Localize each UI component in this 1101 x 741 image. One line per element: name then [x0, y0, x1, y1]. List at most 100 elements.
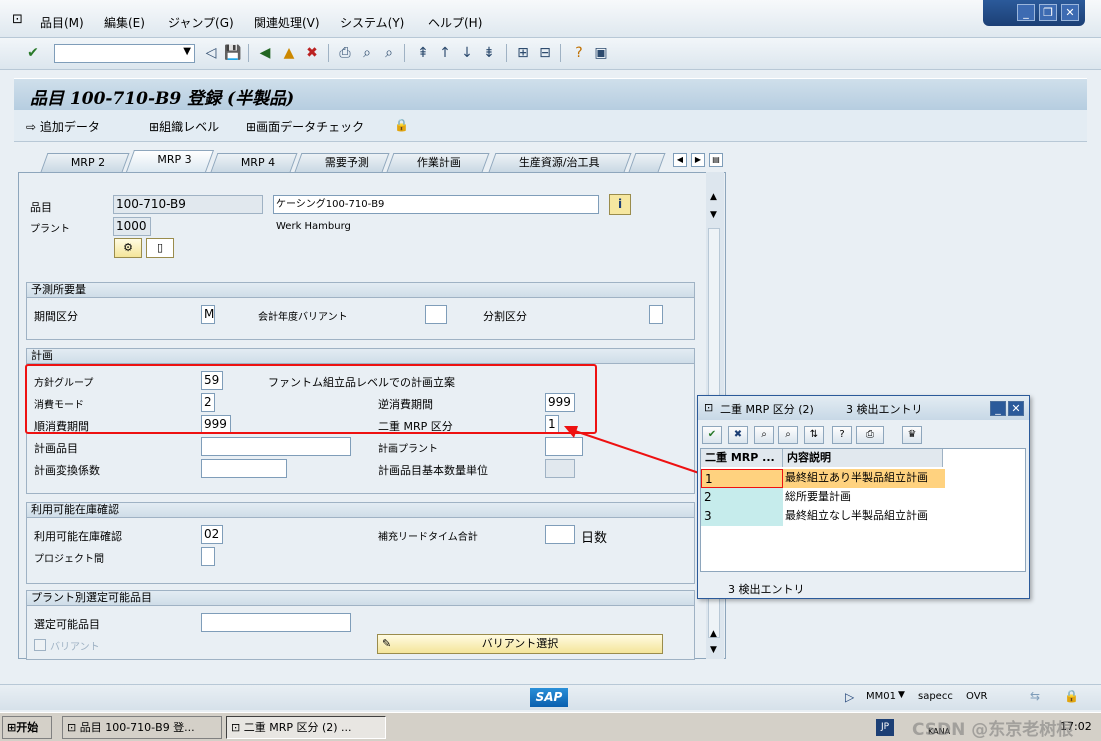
additional-data-button[interactable]: ⇨ 追加データ [26, 118, 100, 135]
column-header-desc[interactable]: 内容説明 [783, 449, 943, 467]
column-header-key[interactable]: 二重 MRP ... [701, 449, 783, 467]
availability-check-field[interactable]: 02 [201, 525, 223, 544]
menu-edit[interactable]: 編集(E) [104, 14, 145, 31]
forecast-group-title: 予測所要量 [27, 283, 694, 298]
document-icon[interactable]: ▯ [146, 238, 174, 258]
prev-page-icon[interactable]: ↑ [436, 44, 454, 62]
planning-plant-label: 計画プラント [378, 444, 438, 455]
popup-find-next-icon[interactable]: ⌕ [778, 426, 798, 444]
sap-window-icon[interactable]: ⊡ [12, 12, 23, 27]
list-item-key[interactable]: 3 [701, 507, 783, 526]
connection-icon: ⇆ [1030, 689, 1041, 703]
conversion-factor-field[interactable] [201, 459, 287, 478]
popup-personal-icon[interactable]: ♛ [902, 426, 922, 444]
lock-icon[interactable]: 🔒 [394, 118, 409, 132]
back-triangle-icon[interactable]: ◁ [202, 44, 220, 62]
save-icon[interactable]: 💾 [224, 44, 242, 62]
tab-more[interactable] [628, 153, 666, 172]
scroll-up-bottom-icon[interactable]: ▲ [710, 629, 717, 639]
planning-material-field[interactable] [201, 437, 351, 456]
popup-ok-icon[interactable]: ✔ [702, 426, 722, 444]
selectable-material-field[interactable] [201, 613, 351, 632]
minimize-icon[interactable]: _ [1017, 4, 1035, 21]
info-icon[interactable]: i [609, 194, 631, 215]
variant-selection-button[interactable]: ✎ バリアント選択 [377, 634, 663, 654]
list-item-text[interactable]: 最終組立あり半製品組立計画 [783, 469, 945, 488]
popup-close-icon[interactable]: ✕ [1008, 401, 1024, 416]
taskbar-item-popup[interactable]: ⊡ 二重 MRP 区分 (2) ... [226, 716, 386, 739]
fiscal-year-variant-field[interactable] [425, 305, 447, 324]
menu-environment[interactable]: 関連処理(V) [254, 14, 320, 31]
tab-prt[interactable]: 生産資源/治工具 [488, 153, 632, 172]
menu-help[interactable]: ヘルプ(H) [428, 14, 482, 31]
exit-icon[interactable]: ▲ [280, 44, 298, 62]
restore-icon[interactable]: ❐ [1039, 4, 1057, 21]
popup-minimize-icon[interactable]: _ [990, 401, 1006, 416]
taskbar-item-material[interactable]: ⊡ 品目 100-710-B9 登... [62, 716, 222, 739]
availability-check-label: 利用可能在庫確認 [34, 530, 122, 543]
find-next-icon[interactable]: ⌕ [380, 44, 398, 62]
status-expand-icon[interactable]: ▷ [845, 690, 854, 704]
check-screen-data-button[interactable]: ⊞画面データチェック [246, 118, 364, 135]
print-icon[interactable]: ⎙ [336, 44, 354, 62]
variant-checkbox[interactable] [34, 639, 46, 651]
help-icon[interactable]: ? [570, 44, 588, 62]
forecast-group: 予測所要量 [26, 282, 695, 340]
menu-material[interactable]: 品目(M) [40, 14, 84, 31]
menu-system[interactable]: システム(Y) [340, 14, 404, 31]
total-rlt-field[interactable] [545, 525, 575, 544]
next-page-icon[interactable]: ↓ [458, 44, 476, 62]
cross-project-field[interactable] [201, 547, 215, 566]
planning-group-title: 計画 [27, 349, 694, 364]
conversion-factor-label: 計画変換係数 [34, 464, 100, 477]
find-icon[interactable]: ⌕ [358, 44, 376, 62]
popup-cancel-icon[interactable]: ✖ [728, 426, 748, 444]
plant-selection-group-title: プラント別選定可能品目 [27, 591, 694, 606]
ime-indicator[interactable]: JP [876, 719, 894, 736]
period-indicator-label: 期間区分 [34, 310, 78, 323]
org-levels-icon[interactable]: ⚙ [114, 238, 142, 258]
new-session-icon[interactable]: ⊞ [514, 44, 532, 62]
popup-print-icon[interactable]: ⎙ [856, 426, 884, 444]
shortcut-icon[interactable]: ⊟ [536, 44, 554, 62]
tab-scroll-left-icon[interactable]: ◀ [673, 153, 687, 167]
close-icon[interactable]: ✕ [1061, 4, 1079, 21]
popup-sort-icon[interactable]: ⇅ [804, 426, 824, 444]
layout-menu-icon[interactable]: ▣ [592, 44, 610, 62]
popup-find-icon[interactable]: ⌕ [754, 426, 774, 444]
splitting-indicator-field[interactable] [649, 305, 663, 324]
tab-list-icon[interactable]: ▤ [709, 153, 723, 167]
tab-mrp3[interactable]: MRP 3 [125, 150, 215, 172]
scroll-up-icon[interactable]: ▲ [710, 192, 717, 202]
plant-name: Werk Hamburg [276, 221, 351, 232]
check-icon: ⊞ [246, 120, 257, 134]
tab-mrp4[interactable]: MRP 4 [210, 153, 298, 172]
first-page-icon[interactable]: ⇞ [414, 44, 432, 62]
start-button[interactable]: ⊞开始 [2, 716, 52, 739]
menu-bar: ⊡ 品目(M) 編集(E) ジャンプ(G) 関連処理(V) システム(Y) ヘル… [0, 0, 1101, 38]
period-indicator-field[interactable]: M [201, 305, 215, 324]
back-icon[interactable]: ◀ [256, 44, 274, 62]
list-item-text[interactable]: 総所要量計画 [783, 488, 945, 507]
enter-check-icon[interactable]: ✔ [24, 44, 42, 62]
tab-forecast[interactable]: 需要予測 [294, 153, 390, 172]
last-page-icon[interactable]: ⇟ [480, 44, 498, 62]
command-field[interactable]: ▼ [54, 44, 195, 63]
cancel-icon[interactable]: ✖ [303, 44, 321, 62]
tab-scroll-right-icon[interactable]: ▶ [691, 153, 705, 167]
material-description-field[interactable]: ケーシング100-710-B9 [273, 195, 599, 214]
status-dropdown-icon[interactable]: ▼ [898, 690, 905, 700]
org-level-button[interactable]: ⊞組織レベル [149, 118, 219, 135]
list-item-key[interactable]: 2 [701, 488, 783, 507]
scroll-down-icon[interactable]: ▼ [710, 210, 717, 220]
tab-work-scheduling[interactable]: 作業計画 [386, 153, 490, 172]
dropdown-arrow-icon[interactable]: ▼ [183, 46, 191, 57]
list-item-key[interactable]: 1 [701, 469, 783, 488]
tab-mrp2[interactable]: MRP 2 [40, 153, 130, 172]
menu-goto[interactable]: ジャンプ(G) [168, 14, 234, 31]
popup-info-icon[interactable]: ? [832, 426, 852, 444]
scroll-down-bottom-icon[interactable]: ▼ [710, 645, 717, 655]
sap-task-icon: ⊡ [231, 721, 241, 734]
f4-help-popup: ⊡ 二重 MRP 区分 (2) 3 検出エントリ _ ✕ ✔ ✖ ⌕ ⌕ ⇅ ?… [697, 395, 1030, 599]
list-item-text[interactable]: 最終組立なし半製品組立計画 [783, 507, 945, 526]
